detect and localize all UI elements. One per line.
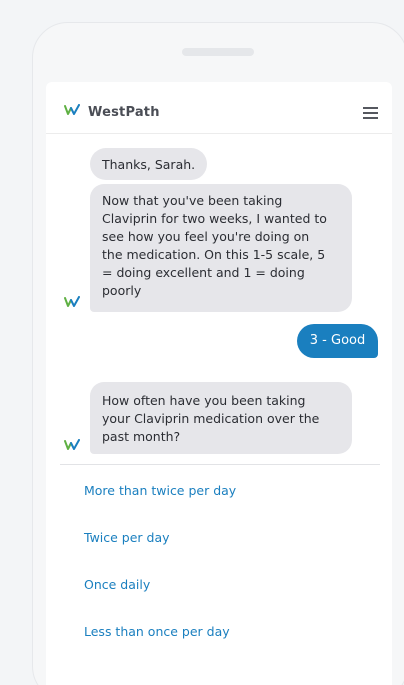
option-twice-per-day[interactable]: Twice per day (84, 530, 170, 545)
hamburger-menu-icon[interactable] (363, 107, 378, 119)
app-header: WestPath (46, 82, 392, 134)
user-message: 3 - Good (297, 324, 378, 358)
options-divider (60, 464, 380, 465)
bot-message: How often have you been taking your Clav… (90, 382, 352, 454)
bot-avatar-icon (64, 296, 80, 307)
option-once-daily[interactable]: Once daily (84, 577, 150, 592)
phone-speaker (182, 48, 254, 56)
option-more-than-twice-per-day[interactable]: More than twice per day (84, 483, 236, 498)
bot-message: Thanks, Sarah. (90, 148, 208, 180)
bot-avatar-icon (64, 439, 80, 450)
bot-message: Now that you've been taking Claviprin fo… (90, 184, 352, 312)
option-less-than-once-per-day[interactable]: Less than once per day (84, 624, 230, 639)
device-frame: WestPath Thanks, Sarah. Now that you've … (0, 0, 404, 685)
westpath-logo-icon (64, 104, 80, 115)
brand-name: WestPath (88, 105, 160, 120)
chat-screen: WestPath Thanks, Sarah. Now that you've … (46, 82, 392, 685)
